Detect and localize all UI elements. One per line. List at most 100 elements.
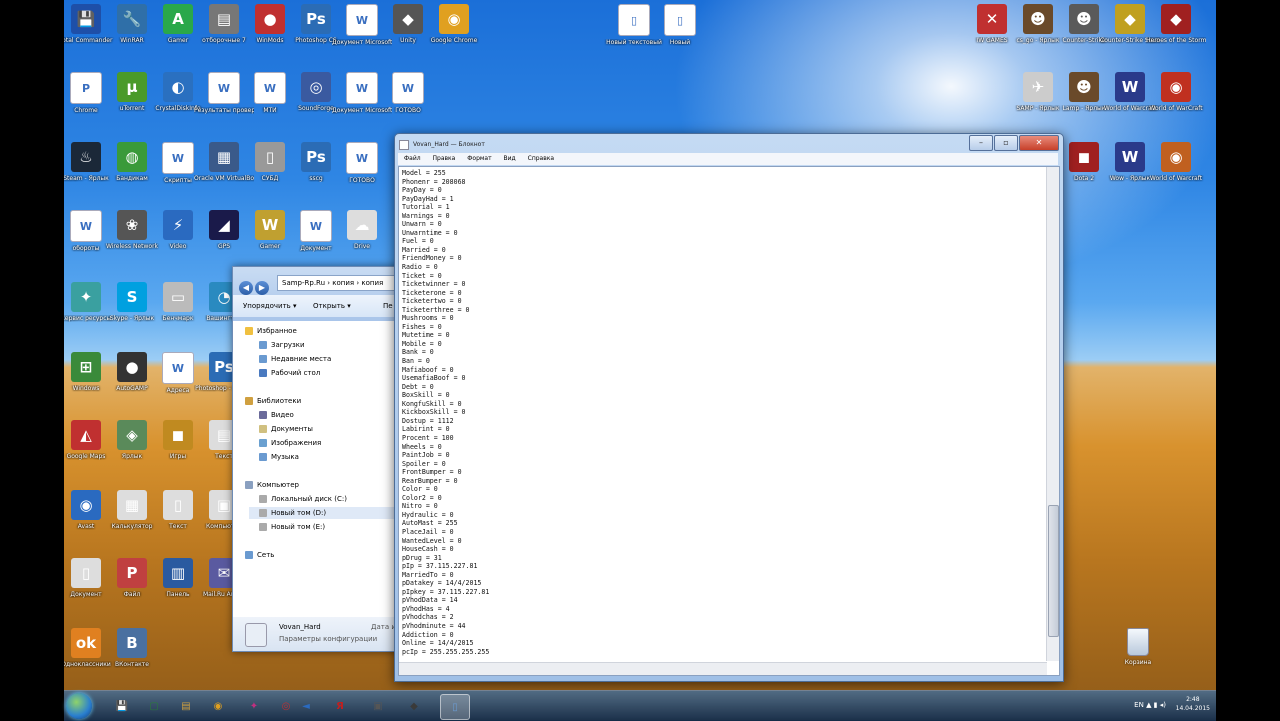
- taskbar-item-t4[interactable]: ◉: [204, 694, 232, 718]
- recycle-bin[interactable]: Корзина: [1108, 628, 1168, 666]
- taskbar-app-icon: ▤: [181, 700, 191, 712]
- desktop-icon-i31[interactable]: ☁ Drive: [332, 210, 392, 250]
- taskbar-item-t11[interactable]: ▯: [440, 694, 470, 720]
- tree-item[interactable]: Загрузки: [259, 339, 305, 351]
- app-icon: ☻: [1069, 72, 1099, 102]
- app-icon: W: [346, 142, 378, 174]
- taskbar-item-t10[interactable]: ◆: [400, 694, 428, 718]
- tree-item[interactable]: Новый том (E:): [259, 521, 325, 533]
- desktop-icon-i9[interactable]: ◉ Google Chrome: [424, 4, 484, 44]
- tree-item-label: Сеть: [257, 551, 275, 559]
- text-line: pDatakey = 14/4/2015: [402, 579, 482, 588]
- app-icon: ◆: [393, 4, 423, 34]
- notepad-text-area[interactable]: Model = 255 Phonenr = 208068 PayDay = 0 Pay…: [398, 166, 1060, 676]
- text-line: Ticketerone = 0: [402, 288, 462, 297]
- start-button[interactable]: [66, 693, 92, 719]
- back-arrow-icon[interactable]: ◀: [239, 281, 253, 295]
- desktop-icon-r5[interactable]: ◆ Heroes of the Storm: [1146, 4, 1206, 44]
- app-icon: ◍: [117, 142, 147, 172]
- horizontal-scrollbar[interactable]: [399, 662, 1047, 675]
- notepad-window[interactable]: Vovan_Hard — Блокнот – ▫ ✕ Файл Правка Ф…: [394, 133, 1064, 682]
- taskbar-item-t2[interactable]: ▢: [140, 694, 168, 718]
- tree-item[interactable]: Недавние места: [259, 353, 331, 365]
- explorer-window[interactable]: ◀ ▶ Samp-Rp.Ru › копия › копия Упорядочит…: [232, 266, 404, 652]
- app-icon: W: [392, 72, 424, 104]
- app-icon: ◎: [301, 72, 331, 102]
- open-button[interactable]: Открыть ▾: [313, 302, 351, 310]
- tree-item-label: Музыка: [271, 453, 299, 461]
- language-indicator[interactable]: EN: [1134, 701, 1144, 709]
- folder-icon: [259, 355, 267, 363]
- desktop-icon-label: Google Chrome: [430, 37, 478, 44]
- tree-item[interactable]: Сеть: [245, 549, 274, 561]
- tree-item-label: Видео: [271, 411, 294, 419]
- text-line: HouseCash = 0: [402, 545, 454, 554]
- taskbar-item-t7[interactable]: ◄: [292, 694, 320, 718]
- desktop-icon-r9[interactable]: ◉ World of WarCraft: [1146, 72, 1206, 112]
- taskbar-app-icon: ◆: [410, 700, 418, 712]
- close-button[interactable]: ✕: [1019, 135, 1059, 151]
- menu-edit[interactable]: Правка: [433, 155, 456, 162]
- tree-item[interactable]: Библиотеки: [245, 395, 301, 407]
- text-line: MarriedTo = 0: [402, 570, 454, 579]
- tree-item[interactable]: Компьютер: [245, 479, 299, 491]
- organize-button[interactable]: Упорядочить ▾: [243, 302, 297, 310]
- taskbar-item-t8[interactable]: Я: [326, 694, 354, 718]
- forward-arrow-icon[interactable]: ▶: [255, 281, 269, 295]
- minimize-button[interactable]: –: [969, 135, 993, 151]
- text-line: Married = 0: [402, 245, 446, 254]
- notepad-content[interactable]: Model = 255 Phonenr = 208068 PayDay = 0 Pay…: [402, 169, 1042, 656]
- tree-item[interactable]: Рабочий стол: [259, 367, 320, 379]
- folder-icon: [259, 341, 267, 349]
- clock[interactable]: 2:48 14.04.2015: [1176, 695, 1210, 713]
- more-button[interactable]: Пе: [383, 302, 393, 310]
- folder-icon: [245, 481, 253, 489]
- tray-arrow-icon[interactable]: ▲ ▮ ◂): [1146, 701, 1166, 709]
- tree-item[interactable]: Музыка: [259, 451, 299, 463]
- tree-item[interactable]: Избранное: [245, 325, 297, 337]
- desktop-icon-i17[interactable]: W ГОТОВО: [378, 72, 438, 114]
- menu-format[interactable]: Формат: [467, 155, 491, 162]
- scroll-thumb[interactable]: [1048, 505, 1059, 637]
- text-line: Color2 = 0: [402, 493, 442, 502]
- desktop-icon-i53[interactable]: B ВКонтакте: [102, 628, 162, 668]
- taskbar-item-t9[interactable]: ▣: [364, 694, 392, 718]
- tree-item[interactable]: Видео: [259, 409, 294, 421]
- app-icon: ▤: [209, 4, 239, 34]
- taskbar-item-t5[interactable]: ✦: [240, 694, 268, 718]
- menu-help[interactable]: Справка: [528, 155, 554, 162]
- text-line: Tutorial = 1: [402, 203, 450, 212]
- menu-file[interactable]: Файл: [404, 155, 421, 162]
- text-line: Unwarn = 0: [402, 220, 442, 229]
- taskbar-app-icon: Я: [336, 700, 344, 712]
- text-line: Debt = 0: [402, 382, 434, 391]
- menu-view[interactable]: Вид: [504, 155, 516, 162]
- taskbar-item-t3[interactable]: ▤: [172, 694, 200, 718]
- vertical-scrollbar[interactable]: [1046, 167, 1059, 661]
- desktop-icon-r12[interactable]: ◉ World of Warcraft: [1146, 142, 1206, 182]
- tree-item[interactable]: Изображения: [259, 437, 321, 449]
- text-line: Labirint = 0: [402, 425, 450, 434]
- system-tray: EN ▲ ▮ ◂): [1134, 701, 1166, 709]
- desktop-icon-i24[interactable]: W ГОТОВО: [332, 142, 392, 184]
- maximize-button[interactable]: ▫: [994, 135, 1018, 151]
- text-line: Radio = 0: [402, 263, 438, 272]
- explorer-nav: ◀ ▶: [239, 275, 271, 295]
- tree-item[interactable]: Документы: [259, 423, 313, 435]
- clock-time: 2:48: [1186, 696, 1200, 703]
- clock-date: 14.04.2015: [1175, 705, 1210, 712]
- tree-item-label: Избранное: [257, 327, 297, 335]
- tree-item[interactable]: Локальный диск (C:): [259, 493, 347, 505]
- desktop-icon-m2[interactable]: ▯ Новый: [650, 4, 710, 46]
- taskbar-item-t1[interactable]: 💾: [108, 694, 136, 718]
- tree-item[interactable]: Новый том (D:): [249, 507, 399, 519]
- app-icon: ◼: [1069, 142, 1099, 172]
- text-line: pVhodHas = 4: [402, 604, 450, 613]
- app-icon: W: [1115, 72, 1145, 102]
- address-bar[interactable]: Samp-Rp.Ru › копия › копия: [277, 275, 403, 291]
- taskbar-app-icon: ▯: [452, 701, 458, 713]
- desktop-icon-label: ВКонтакте: [115, 661, 149, 668]
- notepad-title-text: Vovan_Hard — Блокнот: [413, 141, 485, 148]
- app-icon: µ: [117, 72, 147, 102]
- tree-item-label: Недавние места: [271, 355, 332, 363]
